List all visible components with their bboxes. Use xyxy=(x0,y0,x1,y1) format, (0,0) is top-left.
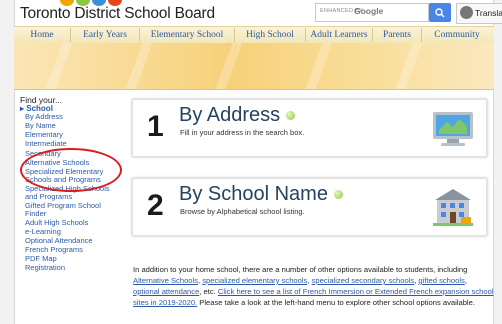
sidebar-item-pdf-map[interactable]: PDF Map xyxy=(25,255,120,263)
sidebar-item-adult-high-schools[interactable]: Adult High Schools xyxy=(25,219,120,227)
sidebar-item-intermediate[interactable]: Intermediate xyxy=(25,140,120,148)
card-title[interactable]: By School Name xyxy=(179,183,343,206)
go-bullet-icon xyxy=(286,111,296,121)
link-alternative-schools[interactable]: Alternative Schools xyxy=(133,276,198,285)
school-building-icon xyxy=(433,189,473,226)
translate-button[interactable]: Translate xyxy=(456,3,502,24)
nav-community[interactable]: Community xyxy=(422,28,492,42)
card-by-address[interactable]: 1 By Address Fill in your address in the… xyxy=(132,99,487,157)
link-gifted-schools[interactable]: gifted schools xyxy=(418,276,464,285)
highlight-circle-annotation xyxy=(20,148,122,192)
sidebar-item-registration[interactable]: Registration xyxy=(25,264,120,272)
search-google-label: Google xyxy=(354,6,384,16)
sidebar-item-optional-attendance[interactable]: Optional Attendance xyxy=(25,237,120,245)
main-nav: Home Early Years Elementary School High … xyxy=(14,26,494,44)
card-title-text: By Address xyxy=(179,104,281,126)
link-specialized-secondary[interactable]: specialized secondary schools xyxy=(312,276,415,285)
nav-early-years[interactable]: Early Years xyxy=(71,28,140,42)
translate-label: Translate xyxy=(475,8,502,18)
card-number: 1 xyxy=(147,110,164,143)
card-subtitle: Fill in your address in the search box. xyxy=(180,128,305,137)
go-bullet-icon xyxy=(333,190,343,200)
link-specialized-elementary[interactable]: specialized elementary schools xyxy=(202,276,307,285)
brand-title[interactable]: Toronto District School Board xyxy=(20,5,215,23)
options-paragraph: In addition to your home school, there a… xyxy=(133,265,494,307)
paragraph-tail: Please take a look at the left-hand menu… xyxy=(199,298,475,307)
paragraph-mid: , etc. xyxy=(199,287,216,296)
sidebar-item-by-address[interactable]: By Address xyxy=(25,113,120,121)
nav-elementary-school[interactable]: Elementary School xyxy=(140,28,235,42)
page: Toronto District School Board ENHANCED B… xyxy=(0,0,502,324)
search-input[interactable]: ENHANCED BY Google xyxy=(315,3,429,22)
search-button[interactable] xyxy=(429,3,451,22)
nav-adult-learners[interactable]: Adult Learners xyxy=(306,28,373,42)
sidebar-item-by-name[interactable]: By Name xyxy=(25,122,120,130)
google-translate-icon xyxy=(460,6,473,19)
paragraph-intro: In addition to your home school, there a… xyxy=(133,265,468,274)
card-number: 2 xyxy=(147,189,164,222)
card-by-school-name[interactable]: 2 By School Name Browse by Alphabetical … xyxy=(132,178,487,236)
sidebar-item-elementary[interactable]: Elementary xyxy=(25,131,120,139)
nav-high-school[interactable]: High School xyxy=(235,28,306,42)
search-icon xyxy=(435,8,445,18)
nav-parents[interactable]: Parents xyxy=(373,28,422,42)
card-subtitle: Browse by Alphabetical school listing. xyxy=(180,207,305,216)
card-title-text: By School Name xyxy=(179,183,328,205)
sidebar-item-french-programs[interactable]: French Programs xyxy=(25,246,120,254)
map-monitor-icon xyxy=(433,112,473,146)
left-edge-panel xyxy=(0,0,15,324)
card-title[interactable]: By Address xyxy=(179,104,296,127)
sidebar-item-e-learning[interactable]: e-Learning xyxy=(25,228,120,236)
header-banner xyxy=(14,43,494,90)
sidebar-item-gifted-finder[interactable]: Gifted Program School Finder xyxy=(25,202,120,218)
link-optional-attendance[interactable]: optional attendance xyxy=(133,287,199,296)
nav-home[interactable]: Home xyxy=(14,28,71,42)
